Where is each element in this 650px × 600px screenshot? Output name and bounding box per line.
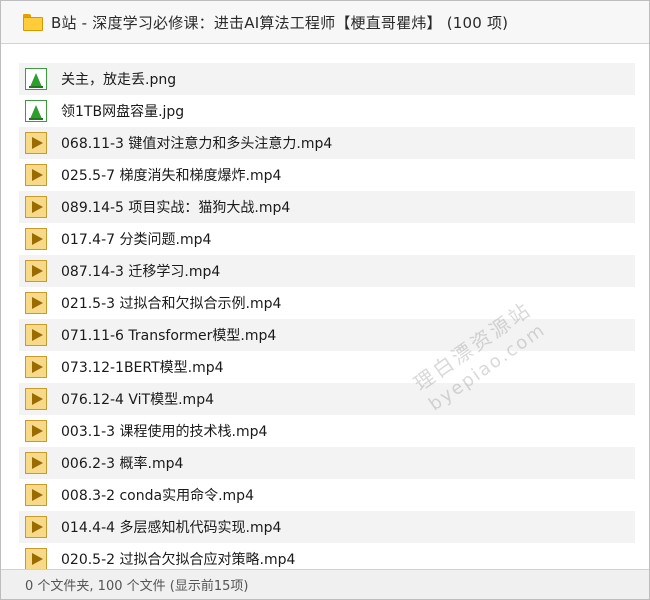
file-name: 008.3-2 conda实用命令.mp4 — [61, 488, 254, 504]
file-name: 068.11-3 键值对注意力和多头注意力.mp4 — [61, 136, 333, 152]
file-name: 087.14-3 迁移学习.mp4 — [61, 264, 221, 280]
file-row[interactable]: 089.14-5 项目实战：猫狗大战.mp4 — [19, 191, 635, 223]
file-name: 006.2-3 概率.mp4 — [61, 456, 184, 472]
status-bar: 0 个文件夹, 100 个文件 (显示前15项) — [1, 569, 649, 599]
video-file-icon — [25, 228, 47, 250]
file-name: 025.5-7 梯度消失和梯度爆炸.mp4 — [61, 168, 282, 184]
file-name: 073.12-1BERT模型.mp4 — [61, 360, 224, 376]
file-row[interactable]: 087.14-3 迁移学习.mp4 — [19, 255, 635, 287]
file-row[interactable]: 071.11-6 Transformer模型.mp4 — [19, 319, 635, 351]
window-title: B站 - 深度学习必修课：进击AI算法工程师【梗直哥瞿炜】 (100 项) — [51, 13, 509, 32]
file-name: 089.14-5 项目实战：猫狗大战.mp4 — [61, 200, 291, 216]
video-file-icon — [25, 452, 47, 474]
video-file-icon — [25, 292, 47, 314]
file-row[interactable]: 领1TB网盘容量.jpg — [19, 95, 635, 127]
video-file-icon — [25, 164, 47, 186]
image-file-icon — [25, 68, 47, 90]
video-file-icon — [25, 388, 47, 410]
image-file-icon — [25, 100, 47, 122]
file-name: 017.4-7 分类问题.mp4 — [61, 232, 212, 248]
file-name: 076.12-4 ViT模型.mp4 — [61, 392, 214, 408]
video-file-icon — [25, 132, 47, 154]
file-name: 021.5-3 过拟合和欠拟合示例.mp4 — [61, 296, 282, 312]
folder-icon — [23, 13, 43, 31]
video-file-icon — [25, 196, 47, 218]
file-row[interactable]: 017.4-7 分类问题.mp4 — [19, 223, 635, 255]
video-file-icon — [25, 260, 47, 282]
video-file-icon — [25, 516, 47, 538]
file-row[interactable]: 025.5-7 梯度消失和梯度爆炸.mp4 — [19, 159, 635, 191]
file-row[interactable]: 068.11-3 键值对注意力和多头注意力.mp4 — [19, 127, 635, 159]
video-file-icon — [25, 324, 47, 346]
file-row[interactable]: 006.2-3 概率.mp4 — [19, 447, 635, 479]
file-name: 领1TB网盘容量.jpg — [61, 104, 185, 120]
file-row[interactable]: 076.12-4 ViT模型.mp4 — [19, 383, 635, 415]
file-row[interactable]: 073.12-1BERT模型.mp4 — [19, 351, 635, 383]
file-row[interactable]: 003.1-3 课程使用的技术栈.mp4 — [19, 415, 635, 447]
file-name: 关主，放走丢.png — [61, 72, 177, 88]
file-row[interactable]: 021.5-3 过拟合和欠拟合示例.mp4 — [19, 287, 635, 319]
file-row[interactable]: 008.3-2 conda实用命令.mp4 — [19, 479, 635, 511]
file-name: 014.4-4 多层感知机代码实现.mp4 — [61, 520, 282, 536]
file-list-window: B站 - 深度学习必修课：进击AI算法工程师【梗直哥瞿炜】 (100 项) 关主… — [0, 0, 650, 600]
title-bar: B站 - 深度学习必修课：进击AI算法工程师【梗直哥瞿炜】 (100 项) — [1, 1, 649, 44]
video-file-icon — [25, 548, 47, 570]
video-file-icon — [25, 420, 47, 442]
file-name: 071.11-6 Transformer模型.mp4 — [61, 328, 277, 344]
video-file-icon — [25, 356, 47, 378]
file-row[interactable]: 关主，放走丢.png — [19, 63, 635, 95]
file-name: 020.5-2 过拟合欠拟合应对策略.mp4 — [61, 552, 296, 568]
file-list: 关主，放走丢.png 领1TB网盘容量.jpg 068.11-3 键值对注意力和多头… — [19, 63, 635, 575]
file-row[interactable]: 014.4-4 多层感知机代码实现.mp4 — [19, 511, 635, 543]
status-text: 0 个文件夹, 100 个文件 (显示前15项) — [25, 579, 249, 594]
video-file-icon — [25, 484, 47, 506]
file-name: 003.1-3 课程使用的技术栈.mp4 — [61, 424, 268, 440]
